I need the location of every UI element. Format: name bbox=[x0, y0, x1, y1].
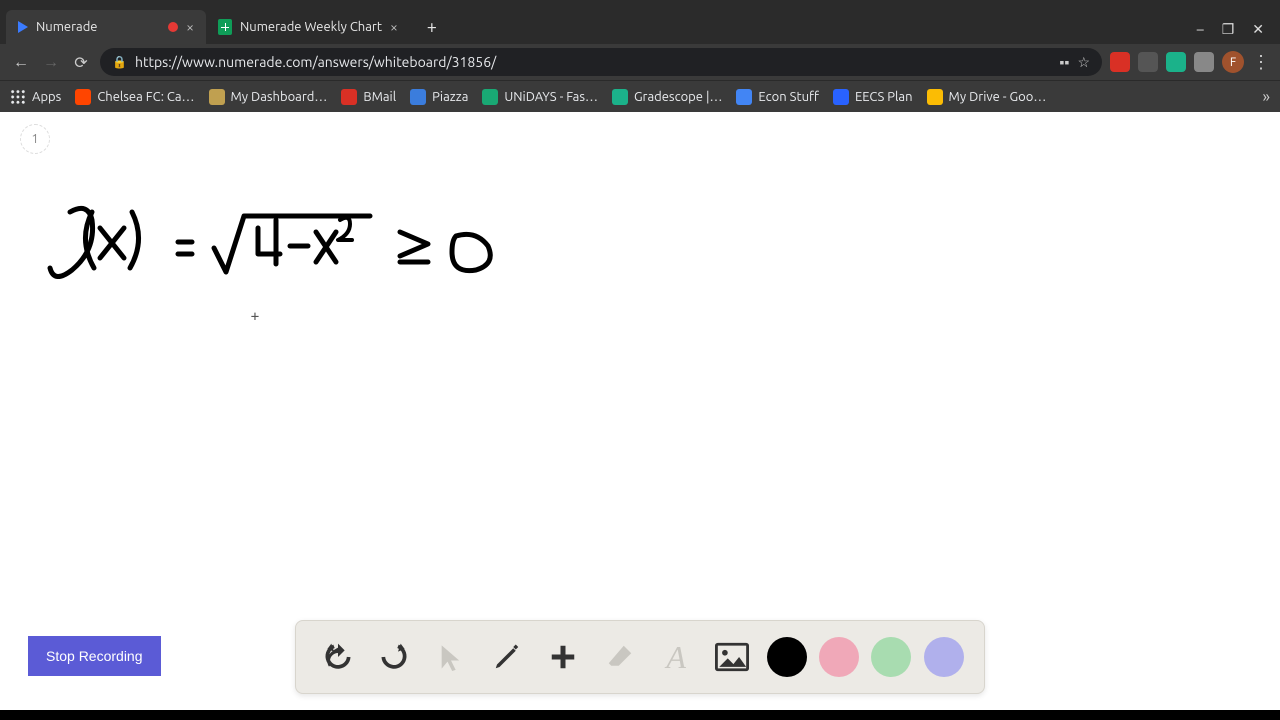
apps-button[interactable]: Apps bbox=[10, 89, 61, 105]
apps-grid-icon bbox=[10, 89, 26, 105]
bookmark-label: BMail bbox=[363, 90, 396, 104]
extension-icon[interactable] bbox=[1194, 52, 1214, 72]
bookmark-piazza[interactable]: Piazza bbox=[410, 89, 468, 105]
bookmark-favicon bbox=[482, 89, 498, 105]
redo-icon bbox=[378, 641, 410, 673]
tab-title: Numerade Weekly Chart bbox=[240, 20, 382, 34]
bookmark-favicon bbox=[341, 89, 357, 105]
pointer-button[interactable] bbox=[429, 635, 473, 679]
pen-button[interactable] bbox=[485, 635, 529, 679]
bookmark-favicon bbox=[736, 89, 752, 105]
bookmark-label: UNiDAYS - Fas… bbox=[504, 90, 598, 104]
recording-indicator-icon bbox=[168, 22, 178, 32]
bookmark-label: Gradescope |… bbox=[634, 90, 722, 104]
pointer-icon bbox=[437, 643, 465, 671]
bookmark-chelsea[interactable]: Chelsea FC: Ca… bbox=[75, 89, 194, 105]
image-button[interactable] bbox=[710, 635, 754, 679]
close-tab-icon[interactable]: × bbox=[186, 19, 194, 35]
tab-numerade[interactable]: Numerade × bbox=[6, 10, 206, 44]
bookmark-econ[interactable]: Econ Stuff bbox=[736, 89, 819, 105]
eraser-icon bbox=[605, 642, 635, 672]
whiteboard-toolbar: A bbox=[295, 620, 985, 694]
bookmark-favicon bbox=[75, 89, 91, 105]
plus-icon bbox=[548, 642, 578, 672]
forward-button[interactable]: → bbox=[40, 53, 62, 72]
text-button[interactable]: A bbox=[654, 635, 698, 679]
new-tab-button[interactable]: + bbox=[418, 13, 446, 41]
cursor-crosshair-icon: + bbox=[251, 309, 259, 325]
bookmark-label: Econ Stuff bbox=[758, 90, 819, 104]
url-field[interactable]: 🔒 https://www.numerade.com/answers/white… bbox=[100, 48, 1102, 76]
bookmark-favicon bbox=[410, 89, 426, 105]
camera-icon[interactable]: ▪▪ bbox=[1060, 54, 1070, 70]
menu-button[interactable]: ⋮ bbox=[1252, 52, 1270, 73]
undo-icon bbox=[322, 641, 354, 673]
bookmarks-bar: Apps Chelsea FC: Ca… My Dashboard… BMail… bbox=[0, 80, 1280, 112]
address-bar: ← → ⟳ 🔒 https://www.numerade.com/answers… bbox=[0, 44, 1280, 80]
bookmark-label: My Dashboard… bbox=[231, 90, 328, 104]
tab-strip: Numerade × Numerade Weekly Chart × + – ❐… bbox=[0, 0, 1280, 44]
pen-icon bbox=[492, 642, 522, 672]
bookmark-label: Piazza bbox=[432, 90, 468, 104]
url-text: https://www.numerade.com/answers/whitebo… bbox=[135, 54, 1052, 70]
bookmark-dashboard[interactable]: My Dashboard… bbox=[209, 89, 328, 105]
close-window-button[interactable]: ✕ bbox=[1252, 21, 1264, 38]
maximize-button[interactable]: ❐ bbox=[1222, 21, 1235, 38]
bookmark-favicon bbox=[833, 89, 849, 105]
bookmark-unidays[interactable]: UNiDAYS - Fas… bbox=[482, 89, 598, 105]
profile-avatar[interactable]: F bbox=[1222, 51, 1244, 73]
sheets-icon bbox=[218, 19, 232, 35]
text-icon: A bbox=[666, 639, 686, 676]
color-green[interactable] bbox=[871, 637, 911, 677]
add-button[interactable] bbox=[541, 635, 585, 679]
tab-weekly-chart[interactable]: Numerade Weekly Chart × bbox=[206, 10, 410, 44]
bookmark-drive[interactable]: My Drive - Goo… bbox=[927, 89, 1047, 105]
whiteboard-canvas[interactable]: 1 + St bbox=[0, 112, 1280, 710]
back-button[interactable]: ← bbox=[10, 53, 32, 72]
bookmark-label: My Drive - Goo… bbox=[949, 90, 1047, 104]
undo-button[interactable] bbox=[316, 635, 360, 679]
window-controls: – ❐ ✕ bbox=[1197, 21, 1274, 44]
bookmark-favicon bbox=[927, 89, 943, 105]
tab-title: Numerade bbox=[36, 20, 160, 34]
bookmark-favicon bbox=[209, 89, 225, 105]
numerade-play-icon bbox=[18, 21, 28, 33]
star-icon[interactable]: ☆ bbox=[1077, 54, 1090, 71]
minimize-button[interactable]: – bbox=[1197, 21, 1204, 38]
bookmark-overflow-icon[interactable]: » bbox=[1262, 88, 1270, 106]
extension-icon[interactable] bbox=[1138, 52, 1158, 72]
extension-icon[interactable] bbox=[1166, 52, 1186, 72]
extension-icon[interactable] bbox=[1110, 52, 1130, 72]
color-black[interactable] bbox=[767, 637, 807, 677]
bookmark-eecs[interactable]: EECS Plan bbox=[833, 89, 913, 105]
bookmark-gradescope[interactable]: Gradescope |… bbox=[612, 89, 722, 105]
lock-icon: 🔒 bbox=[112, 55, 127, 69]
close-tab-icon[interactable]: × bbox=[390, 19, 398, 35]
bookmark-label: EECS Plan bbox=[855, 90, 913, 104]
eraser-button[interactable] bbox=[598, 635, 642, 679]
stop-recording-button[interactable]: Stop Recording bbox=[28, 636, 161, 676]
bookmark-label: Chelsea FC: Ca… bbox=[97, 90, 194, 104]
bookmark-bmail[interactable]: BMail bbox=[341, 89, 396, 105]
color-pink[interactable] bbox=[819, 637, 859, 677]
reload-button[interactable]: ⟳ bbox=[70, 53, 92, 72]
bookmark-favicon bbox=[612, 89, 628, 105]
apps-label: Apps bbox=[32, 90, 61, 104]
color-purple[interactable] bbox=[924, 637, 964, 677]
image-icon bbox=[715, 642, 749, 672]
redo-button[interactable] bbox=[372, 635, 416, 679]
